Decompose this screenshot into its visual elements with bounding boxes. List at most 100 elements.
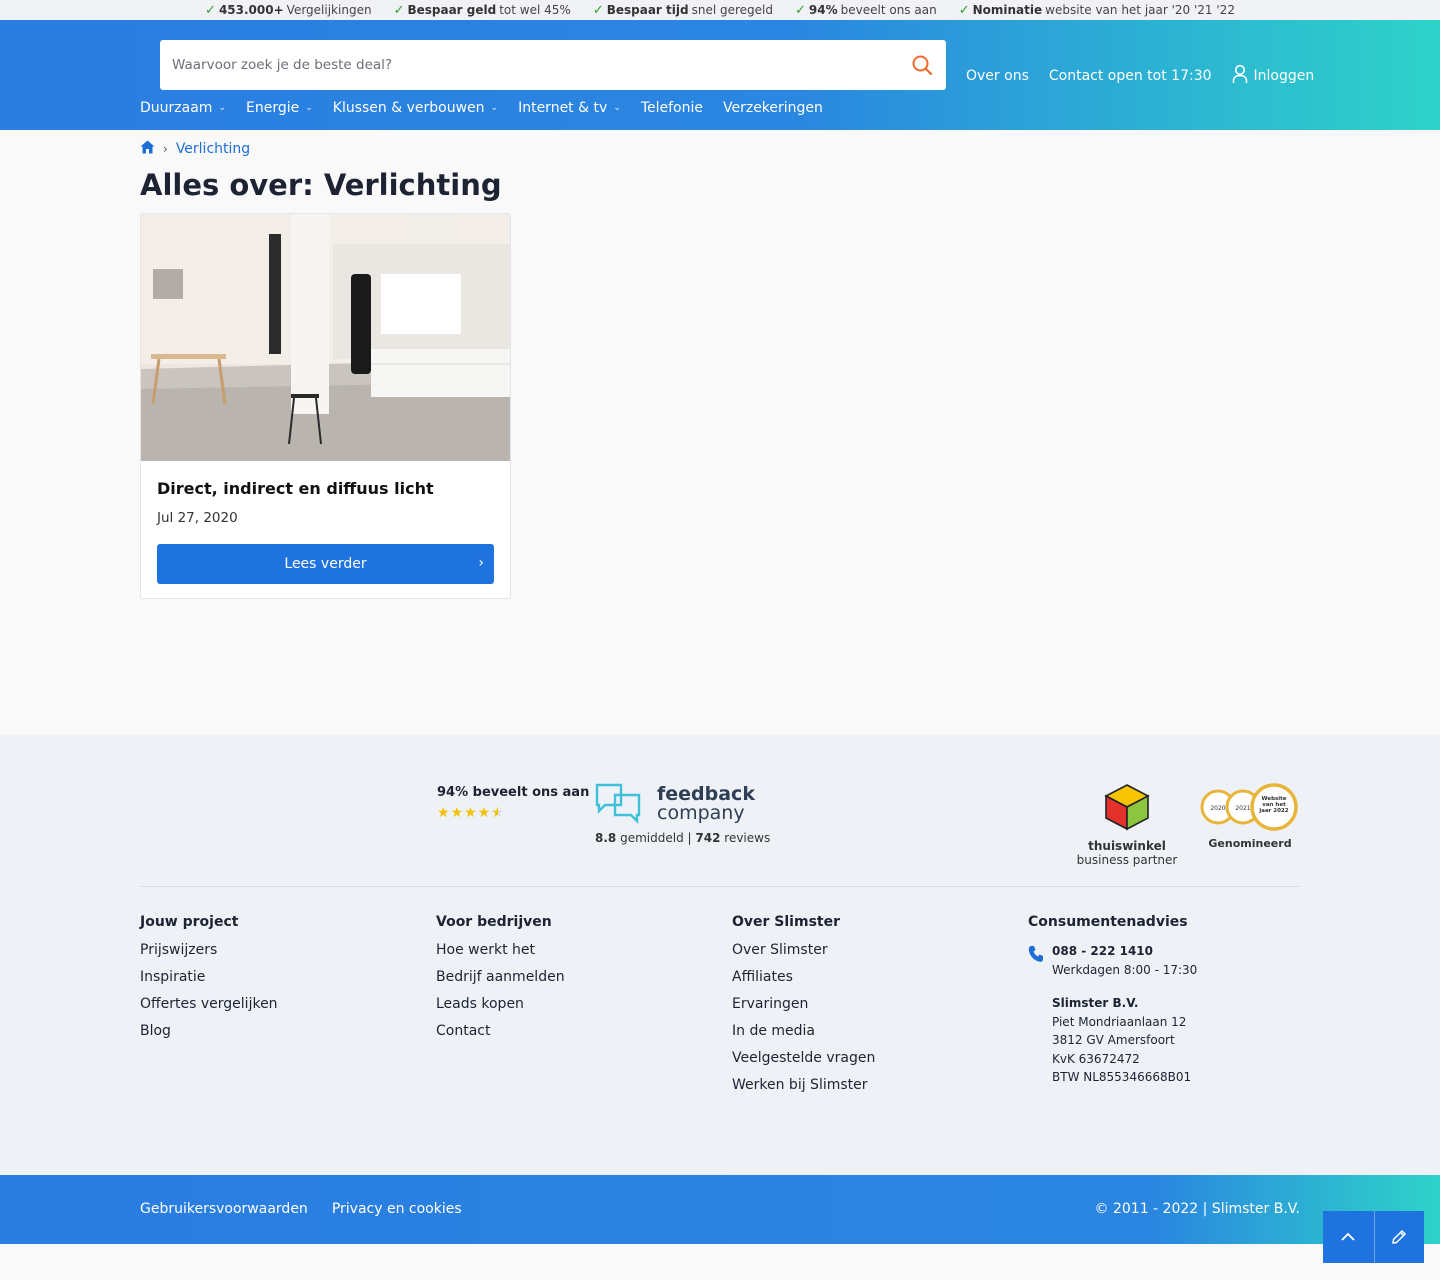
nav-label: Energie <box>245 100 300 116</box>
thuiswinkel-badge[interactable]: thuiswinkel business partner <box>1076 783 1178 867</box>
nav-label: Klussen & verbouwen <box>332 100 485 116</box>
search-input[interactable] <box>172 57 910 73</box>
trust-rating: 94% beveelt ons aan ★★★★★★ <box>437 785 589 821</box>
floating-actions <box>1323 1211 1424 1263</box>
company-word: company <box>657 802 745 824</box>
company-name: Slimster B.V. <box>1052 996 1139 1010</box>
chevron-right-icon: › <box>163 142 168 156</box>
read-more-button[interactable]: Lees verder › <box>157 544 494 584</box>
nav-item-energie[interactable]: Energie ⌄ <box>246 100 313 116</box>
usp-item: ✓ Nominatie website van het jaar '20 '21 … <box>959 3 1235 18</box>
phone-number[interactable]: 088 - 222 1410 <box>1052 944 1153 958</box>
footer-link-veelgestelde-vragen[interactable]: Veelgestelde vragen <box>732 1050 875 1066</box>
footer-col-jouw-project: Jouw project Prijswijzers Inspiratie Off… <box>140 914 278 1050</box>
usp-bold: Bespaar geld <box>407 3 497 17</box>
award-year-2021: 2021 <box>1235 805 1250 812</box>
usp-item: ✓ Bespaar geld tot wel 45% <box>394 3 571 18</box>
login-label: Inloggen <box>1253 68 1315 84</box>
feedback-button[interactable] <box>1373 1211 1424 1263</box>
award-year-2020: 2020 <box>1210 805 1225 812</box>
award-medals-icon: 2020 2021 Website van het jaar 2022 <box>1200 783 1298 831</box>
footer-col-consumentenadvies: Consumentenadvies 088 - 222 1410 Werkdag… <box>1028 914 1197 1087</box>
feedback-reviews-label: reviews <box>724 831 771 845</box>
usp-text: website van het jaar '20 '21 '22 <box>1045 3 1235 17</box>
nav-item-internet-tv[interactable]: Internet & tv ⌄ <box>518 100 621 116</box>
footer-link-over-slimster[interactable]: Over Slimster <box>732 942 875 958</box>
terms-link[interactable]: Gebruikersvoorwaarden <box>140 1201 308 1217</box>
nav-item-klussen[interactable]: Klussen & verbouwen ⌄ <box>333 100 498 116</box>
footer-link-offertes[interactable]: Offertes vergelijken <box>140 996 278 1012</box>
breadcrumb-current[interactable]: Verlichting <box>176 141 250 157</box>
card-title[interactable]: Direct, indirect en diffuus licht <box>157 479 494 498</box>
user-icon <box>1232 64 1248 88</box>
footer-col-heading: Jouw project <box>140 914 239 930</box>
footer-col-heading: Voor bedrijven <box>436 914 552 930</box>
footer-link-hoe-werkt-het[interactable]: Hoe werkt het <box>436 942 565 958</box>
footer-link-affiliates[interactable]: Affiliates <box>732 969 875 985</box>
nav-item-verzekeringen[interactable]: Verzekeringen <box>723 100 823 116</box>
privacy-link[interactable]: Privacy en cookies <box>332 1201 462 1217</box>
chevron-up-icon <box>1341 1232 1355 1241</box>
chevron-down-icon: ⌄ <box>218 103 226 113</box>
copyright: © 2011 - 2022 | Slimster B.V. <box>1094 1201 1300 1217</box>
usp-text: Vergelijkingen <box>286 3 372 17</box>
card-date: Jul 27, 2020 <box>157 510 238 526</box>
chat-bubbles-icon <box>595 783 641 824</box>
chevron-right-icon: › <box>478 555 484 571</box>
nav-item-telefonie[interactable]: Telefonie <box>641 100 703 116</box>
footer-col-heading: Consumentenadvies <box>1028 914 1188 930</box>
footer-col-voor-bedrijven: Voor bedrijven Hoe werkt het Bedrijf aan… <box>436 914 565 1050</box>
footer-link-blog[interactable]: Blog <box>140 1023 278 1039</box>
footer-link-leads-kopen[interactable]: Leads kopen <box>436 996 565 1012</box>
check-icon: ✓ <box>795 2 806 18</box>
kvk-number: KvK 63672472 <box>1052 1051 1140 1066</box>
article-card[interactable]: Direct, indirect en diffuus licht Jul 27… <box>140 213 511 599</box>
trust-text: 94% beveelt ons aan <box>437 785 590 800</box>
article-image[interactable] <box>141 214 510 461</box>
awards-badge[interactable]: 2020 2021 Website van het jaar 2022 Geno… <box>1200 783 1300 850</box>
usp-bold: 94% <box>808 3 838 17</box>
nav-label: Telefonie <box>640 100 703 116</box>
footer-link-inspiratie[interactable]: Inspiratie <box>140 969 278 985</box>
scroll-to-top-button[interactable] <box>1323 1211 1374 1263</box>
nav-label: Internet & tv <box>518 100 608 116</box>
footer-link-werken-bij[interactable]: Werken bij Slimster <box>732 1077 875 1093</box>
feedback-company[interactable]: feedback company 8.8 gemiddeld | 742 revi… <box>595 783 770 845</box>
card-body: Direct, indirect en diffuus licht Jul 27… <box>141 461 510 584</box>
thuiswinkel-subtitle: business partner <box>1076 853 1178 867</box>
main-nav: Duurzaam ⌄ Energie ⌄ Klussen & verbouwen ⌄ … <box>140 100 823 116</box>
site-footer: 94% beveelt ons aan ★★★★★★ feedbackcompa… <box>0 735 1440 1175</box>
legal-links: Gebruikersvoorwaarden Privacy en cookies <box>140 1201 462 1217</box>
thuiswinkel-title: thuiswinkel <box>1088 839 1166 853</box>
pencil-icon <box>1392 1229 1407 1244</box>
feedback-company-logo: feedback company <box>595 783 770 825</box>
search-icon[interactable] <box>910 53 934 77</box>
btw-number: BTW NL855346668B01 <box>1052 1070 1192 1084</box>
footer-link-ervaringen[interactable]: Ervaringen <box>732 996 875 1012</box>
usp-item: ✓ 453.000+ Vergelijkingen <box>205 3 372 18</box>
awards-label: Genomineerd <box>1208 837 1292 850</box>
about-link[interactable]: Over ons <box>966 68 1029 84</box>
nav-item-duurzaam[interactable]: Duurzaam ⌄ <box>140 100 226 116</box>
footer-link-in-de-media[interactable]: In de media <box>732 1023 875 1039</box>
feedback-average: 8.8 <box>595 831 617 845</box>
footer-link-bedrijf-aanmelden[interactable]: Bedrijf aanmelden <box>436 969 565 985</box>
page-title: Alles over: Verlichting <box>140 168 502 202</box>
login-link[interactable]: Inloggen <box>1232 64 1315 88</box>
usp-bold: Bespaar tijd <box>606 3 689 17</box>
home-icon[interactable] <box>140 140 155 158</box>
address-line-1: Piet Mondriaanlaan 12 <box>1052 1014 1187 1029</box>
footer-bottom-bar: Gebruikersvoorwaarden Privacy en cookies… <box>0 1175 1440 1244</box>
opening-hours: Werkdagen 8:00 - 17:30 <box>1052 962 1198 977</box>
footer-link-contact[interactable]: Contact <box>436 1023 565 1039</box>
contact-link[interactable]: Contact open tot 17:30 <box>1049 68 1212 84</box>
footer-col-heading: Over Slimster <box>732 914 840 930</box>
feedback-separator: | <box>687 831 692 845</box>
read-more-label: Lees verder <box>284 556 367 572</box>
breadcrumb: › Verlichting <box>140 140 250 158</box>
footer-link-prijswijzers[interactable]: Prijswijzers <box>140 942 278 958</box>
search-box <box>160 40 946 90</box>
header-links: Over ons Contact open tot 17:30 Inloggen <box>966 64 1314 88</box>
site-header: Over ons Contact open tot 17:30 Inloggen… <box>0 20 1440 130</box>
star-rating: ★★★★★★ <box>437 805 505 821</box>
